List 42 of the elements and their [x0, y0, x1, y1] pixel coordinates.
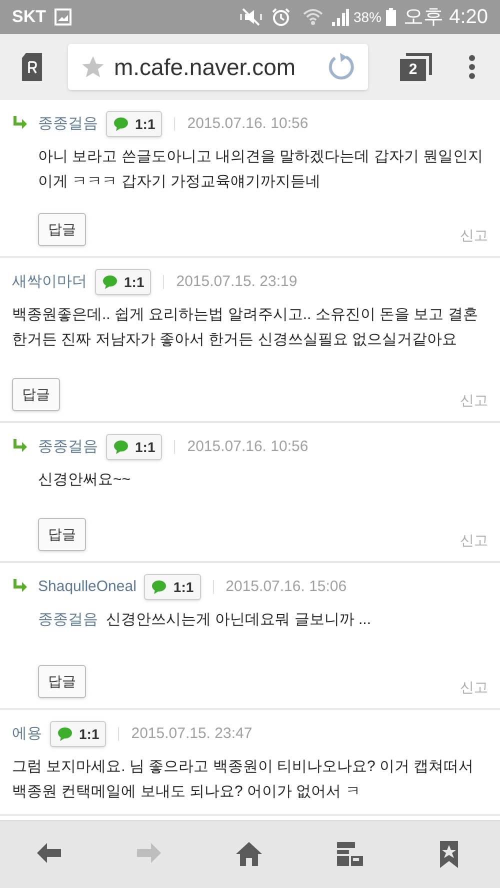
clock-time: 오후 4:20 — [404, 5, 488, 30]
reply-button[interactable]: 답글 — [12, 378, 60, 411]
url-text: m.cafe.naver.com — [114, 52, 297, 82]
comment-text: 종종걸음 신경안쓰시는게 아닌데요뭐 글보니까 ... — [38, 610, 372, 630]
chat-button[interactable]: 1:1 — [50, 721, 106, 747]
chat-bubble-icon — [113, 439, 131, 455]
battery-percent: 38% — [353, 8, 382, 26]
signal-icon — [331, 8, 350, 26]
comment-date: 2015.07.15. 23:47 — [131, 724, 252, 744]
reply-button[interactable]: 답글 — [38, 665, 86, 698]
chat-button[interactable]: 1:1 — [144, 574, 201, 600]
comment-date: 2015.07.16. 15:06 — [226, 576, 347, 597]
chat-button[interactable]: 1:1 — [95, 269, 152, 295]
mute-icon — [239, 7, 264, 27]
comment-date: 2015.07.15. 23:19 — [176, 272, 298, 292]
comment-text: 그럼 보지마세요. 님 좋으라고 백종원이 티비나오나요? 이거 캡쳐떠서 백종원 컨택메일에 보내도 되나요? 어이가 없어서 ㅋ — [12, 757, 475, 802]
comment-author[interactable]: 에용 — [12, 722, 42, 746]
comment-text: 백종원좋은데.. 쉽게 요리하는법 알려주시고.. 소유진이 돈을 보고 결혼한거든 진짜 저남자가 좋아서 한거든 신경쓰실필요 없으실거같아요 — [12, 305, 479, 350]
star-icon[interactable] — [80, 54, 106, 80]
carrier-name: SKT — [12, 6, 46, 28]
comment-author[interactable]: 새싹이마더 — [12, 270, 87, 294]
chat-button[interactable]: 1:1 — [106, 434, 162, 460]
alarm-icon — [271, 7, 292, 27]
chat-bubble-icon — [102, 274, 120, 290]
comment-author[interactable]: ShaqulleOneal — [38, 576, 136, 598]
comment-date: 2015.07.16. 10:56 — [187, 114, 308, 134]
comment-text: 신경안써요~~ — [38, 470, 132, 490]
battery-icon — [386, 8, 396, 26]
comment-date: 2015.07.16. 10:56 — [187, 436, 308, 457]
reader-mode-icon[interactable] — [20, 53, 44, 81]
comment-author[interactable]: 종종걸음 — [38, 112, 98, 136]
address-bar[interactable]: m.cafe.naver.com — [68, 44, 368, 90]
image-icon — [54, 8, 72, 26]
comment-author[interactable]: 종종걸음 — [38, 436, 98, 458]
wifi-icon — [303, 8, 324, 26]
chat-button[interactable]: 1:1 — [106, 111, 162, 137]
menu-icon[interactable] — [468, 54, 476, 80]
reply-button[interactable]: 답글 — [38, 213, 86, 246]
reply-button[interactable]: 답글 — [38, 518, 86, 551]
comment-text: 아니 보라고 쓴글도아니고 내의견을 말하겠다는데 갑자기 뭔일인지 이게 ㅋㅋㅋ 갑자기 가정교육얘기까지듣네 — [38, 147, 484, 192]
chat-bubble-icon — [57, 726, 75, 742]
chat-bubble-icon — [113, 116, 131, 132]
